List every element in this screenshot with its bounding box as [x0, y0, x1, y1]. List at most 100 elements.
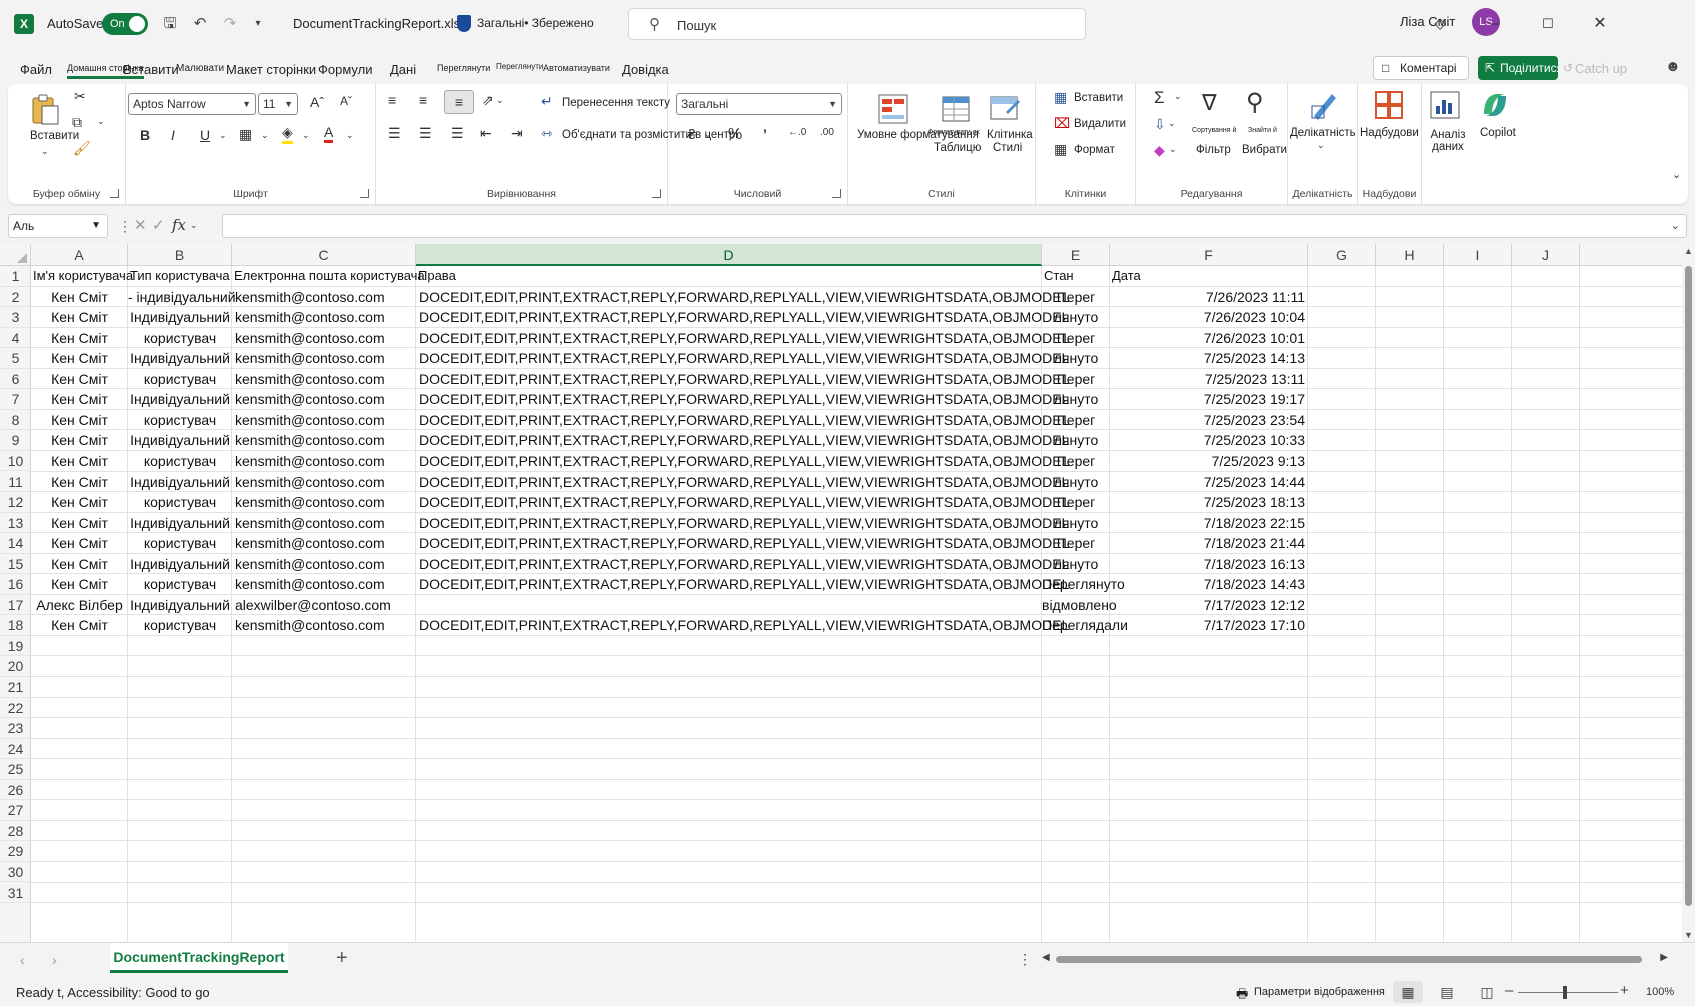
scroll-left-icon[interactable]: ◀: [1042, 952, 1050, 963]
cell[interactable]: Перег: [1042, 533, 1110, 554]
autosum-icon[interactable]: Σ: [1154, 88, 1165, 108]
undo-icon[interactable]: ↶: [190, 14, 210, 34]
display-settings-button[interactable]: 🖶 Параметри відображення: [1236, 986, 1385, 1001]
cell[interactable]: kensmith@contoso.com: [235, 492, 385, 513]
cell[interactable]: Перег: [1042, 492, 1110, 513]
cell[interactable]: Електронна пошта користувача: [234, 266, 425, 287]
cell[interactable]: - індивідуальний: [128, 287, 236, 308]
cell[interactable]: 7/17/2023 17:10: [1113, 615, 1305, 636]
cell[interactable]: 7/26/2023 10:04: [1113, 307, 1305, 328]
cell[interactable]: користувач: [128, 615, 232, 636]
cell-styles-icon[interactable]: [988, 92, 1022, 126]
addins-button[interactable]: Надбудови: [1360, 127, 1419, 139]
decrease-indent-icon[interactable]: ⇤: [480, 125, 492, 142]
cell[interactable]: Кен Сміт: [31, 513, 128, 534]
sheet-tab[interactable]: DocumentTrackingReport: [110, 943, 288, 973]
cell[interactable]: 7/26/2023 11:11: [1113, 287, 1305, 308]
row-header[interactable]: 7: [0, 389, 31, 410]
cell[interactable]: Перег: [1042, 328, 1110, 349]
formula-enter-icon[interactable]: ✓: [152, 216, 165, 234]
fx-dropdown-icon[interactable]: ⌄: [190, 220, 198, 231]
sensitivity-icon[interactable]: [1306, 88, 1340, 122]
row-header[interactable]: 2: [0, 287, 31, 308]
cell[interactable]: DOCEDIT,EDIT,PRINT,EXTRACT,REPLY,FORWARD…: [419, 328, 1069, 349]
cell[interactable]: Кен Сміт: [31, 430, 128, 451]
cell[interactable]: 7/25/2023 14:13: [1113, 348, 1305, 369]
format-painter-icon[interactable]: 🖌: [73, 140, 91, 157]
cell[interactable]: Ім'я користувача: [33, 266, 133, 287]
cell[interactable]: kensmith@contoso.com: [235, 533, 385, 554]
cell[interactable]: Індивідуальний: [128, 389, 232, 410]
cell[interactable]: лянуто: [1042, 307, 1110, 328]
number-format-combo[interactable]: Загальні ▼: [676, 93, 842, 115]
cell[interactable]: kensmith@contoso.com: [235, 348, 385, 369]
row-header[interactable]: 24: [0, 739, 31, 760]
cell[interactable]: 7/25/2023 18:13: [1113, 492, 1305, 513]
cell[interactable]: kensmith@contoso.com: [235, 451, 385, 472]
alignment-launcher-icon[interactable]: [652, 189, 661, 198]
paste-label[interactable]: Вставити: [30, 130, 79, 142]
cell[interactable]: користувач: [128, 410, 232, 431]
analyze-data-button[interactable]: Аналіз даних: [1428, 129, 1468, 153]
cell[interactable]: Переглянуто: [1042, 574, 1125, 595]
sort-filter-label[interactable]: Фільтр: [1196, 144, 1231, 156]
row-header[interactable]: 23: [0, 718, 31, 739]
cell[interactable]: Кен Сміт: [31, 369, 128, 390]
insert-cells-icon[interactable]: ▦: [1054, 89, 1067, 106]
paste-dropdown-icon[interactable]: ⌄: [41, 146, 49, 157]
cell[interactable]: kensmith@contoso.com: [235, 615, 385, 636]
cell[interactable]: Кен Сміт: [31, 328, 128, 349]
cell[interactable]: Індивідуальний: [128, 513, 232, 534]
column-header-c[interactable]: C: [232, 244, 416, 266]
cell[interactable]: Індивідуальний: [128, 554, 232, 575]
cell[interactable]: 7/18/2023 21:44: [1113, 533, 1305, 554]
row-header[interactable]: 13: [0, 513, 31, 534]
sensitivity-label[interactable]: Загальні• Збережено: [477, 16, 594, 30]
font-color-icon[interactable]: A: [324, 124, 334, 143]
column-header-f[interactable]: F: [1110, 244, 1308, 266]
share-button[interactable]: ⇱ Поділитися: [1478, 56, 1558, 80]
align-middle-icon[interactable]: ≡: [419, 92, 427, 108]
row-header[interactable]: 6: [0, 369, 31, 390]
cell[interactable]: kensmith@contoso.com: [235, 513, 385, 534]
cell[interactable]: DOCEDIT,EDIT,PRINT,EXTRACT,REPLY,FORWARD…: [419, 615, 1069, 636]
cell[interactable]: Індивідуальний: [128, 307, 232, 328]
tab-formulas[interactable]: Формули: [318, 62, 373, 77]
font-color-dropdown-icon[interactable]: ⌄: [346, 130, 354, 141]
cell[interactable]: kensmith@contoso.com: [235, 574, 385, 595]
format-as-table-icon[interactable]: [940, 92, 974, 126]
sensitivity-dropdown-icon[interactable]: ⌄: [1317, 140, 1325, 151]
cell[interactable]: Кен Сміт: [31, 410, 128, 431]
tab-view[interactable]: Переглянути: [496, 62, 543, 71]
copy-icon[interactable]: ⧉: [72, 114, 82, 131]
cell[interactable]: лянуто: [1042, 472, 1110, 493]
clear-icon[interactable]: ◆: [1154, 142, 1165, 159]
wrap-text-label[interactable]: Перенесення тексту: [562, 97, 670, 109]
conditional-formatting-icon[interactable]: [876, 92, 910, 126]
underline-dropdown-icon[interactable]: ⌄: [219, 130, 227, 141]
wrap-text-icon[interactable]: ↵: [541, 93, 553, 110]
copilot-button[interactable]: Copilot: [1480, 127, 1516, 139]
font-name-combo[interactable]: Aptos Narrow ▼: [128, 93, 256, 115]
tab-page-layout[interactable]: Макет сторінки: [226, 62, 316, 77]
cell[interactable]: Кен Сміт: [31, 287, 128, 308]
cell[interactable]: Кен Сміт: [31, 492, 128, 513]
scroll-right-icon[interactable]: ▶: [1660, 952, 1668, 963]
cell[interactable]: Переглядали: [1042, 615, 1128, 636]
row-header[interactable]: 5: [0, 348, 31, 369]
cell[interactable]: Кен Сміт: [31, 554, 128, 575]
sort-filter-icon[interactable]: ∇: [1202, 90, 1217, 116]
fill-dropdown-icon[interactable]: ⌄: [302, 130, 310, 141]
font-launcher-icon[interactable]: [360, 189, 369, 198]
tab-file[interactable]: Файл: [20, 62, 52, 77]
row-header[interactable]: 4: [0, 328, 31, 349]
cell[interactable]: DOCEDIT,EDIT,PRINT,EXTRACT,REPLY,FORWARD…: [419, 430, 1069, 451]
tab-insert[interactable]: Вставити: [123, 62, 179, 77]
page-break-view-icon[interactable]: ◫: [1472, 981, 1502, 1003]
next-sheet-icon[interactable]: ›: [52, 952, 57, 968]
fill-dropdown-icon[interactable]: ⌄: [1168, 118, 1176, 129]
cell[interactable]: DOCEDIT,EDIT,PRINT,EXTRACT,REPLY,FORWARD…: [419, 554, 1069, 575]
cell[interactable]: користувач: [128, 574, 232, 595]
search-box[interactable]: ⚲ Пошук: [628, 8, 1086, 40]
redo-icon[interactable]: ↷: [220, 14, 240, 34]
